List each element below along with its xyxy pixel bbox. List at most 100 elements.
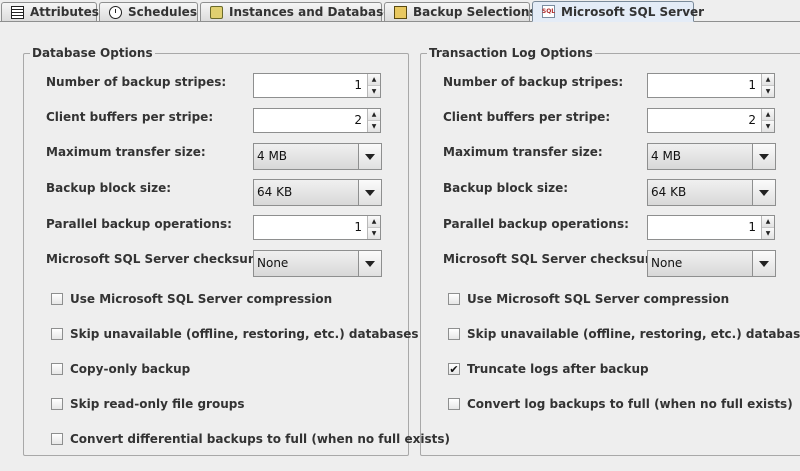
- max-transfer-size-dropdown[interactable]: 4 MB: [253, 143, 382, 170]
- database-options-panel: Database Options Number of backup stripe…: [23, 31, 450, 456]
- tab-label: Backup Selections: [413, 5, 537, 19]
- spin-down-button[interactable]: ▼: [368, 85, 380, 97]
- chevron-down-icon[interactable]: [358, 144, 381, 169]
- checksum-dropdown[interactable]: None: [253, 250, 382, 277]
- spinner-value[interactable]: 2: [254, 109, 367, 132]
- spin-up-button[interactable]: ▲: [762, 74, 774, 85]
- chevron-down-icon[interactable]: [358, 251, 381, 276]
- convert-log-backups-checkbox[interactable]: Convert log backups to full (when no ful…: [448, 397, 793, 411]
- tab-label: Schedules: [128, 5, 197, 19]
- backup-block-size-label: Backup block size:: [46, 181, 172, 195]
- truncate-logs-checkbox[interactable]: ✔ Truncate logs after backup: [448, 362, 649, 376]
- spinner-value[interactable]: 1: [254, 216, 367, 239]
- max-transfer-size-label: Maximum transfer size:: [443, 145, 603, 159]
- tab-schedules[interactable]: Schedules: [99, 2, 198, 21]
- chevron-down-icon[interactable]: [358, 180, 381, 205]
- checkbox-label: Convert log backups to full (when no ful…: [467, 397, 793, 411]
- checkbox-label: Skip read-only file groups: [70, 397, 245, 411]
- spinner-value[interactable]: 1: [648, 216, 761, 239]
- max-transfer-size-dropdown[interactable]: 4 MB: [647, 143, 776, 170]
- checkbox-label: Copy-only backup: [70, 362, 191, 376]
- tab-microsoft-sql-server[interactable]: SQL Microsoft SQL Server: [532, 1, 704, 22]
- dropdown-value: 64 KB: [257, 185, 293, 199]
- backup-stripes-spinner[interactable]: 1 ▲ ▼: [253, 73, 381, 98]
- backup-selections-icon: [394, 5, 407, 19]
- skip-unavailable-checkbox[interactable]: Skip unavailable (offline, restoring, et…: [51, 327, 419, 341]
- checkbox-box[interactable]: ✔: [448, 363, 460, 375]
- spin-down-button[interactable]: ▼: [762, 85, 774, 97]
- use-compression-checkbox[interactable]: Use Microsoft SQL Server compression: [448, 292, 729, 306]
- sql-server-icon: SQL: [542, 5, 555, 18]
- skip-unavailable-checkbox[interactable]: Skip unavailable (offline, restoring, et…: [448, 327, 800, 341]
- dropdown-value: None: [257, 256, 289, 270]
- dropdown-value: 64 KB: [651, 185, 687, 199]
- backup-stripes-label: Number of backup stripes:: [443, 75, 624, 89]
- spin-down-button[interactable]: ▼: [762, 227, 774, 239]
- dropdown-value: None: [651, 256, 683, 270]
- spin-up-button[interactable]: ▲: [762, 216, 774, 227]
- backup-stripes-spinner[interactable]: 1 ▲ ▼: [647, 73, 775, 98]
- copy-only-checkbox[interactable]: Copy-only backup: [51, 362, 190, 376]
- tab-label: Instances and Databases: [229, 5, 399, 19]
- backup-stripes-label: Number of backup stripes:: [46, 75, 227, 89]
- client-buffers-spinner[interactable]: 2 ▲ ▼: [647, 108, 775, 133]
- checkbox-box[interactable]: [51, 398, 63, 410]
- tab-label: Attributes: [30, 5, 99, 19]
- spinner-value[interactable]: 1: [648, 74, 761, 97]
- spin-up-button[interactable]: ▲: [762, 109, 774, 120]
- max-transfer-size-label: Maximum transfer size:: [46, 145, 206, 159]
- spin-up-button[interactable]: ▲: [368, 109, 380, 120]
- checkbox-box[interactable]: [51, 363, 63, 375]
- checkbox-label: Skip unavailable (offline, restoring, et…: [467, 327, 800, 341]
- client-buffers-label: Client buffers per stripe:: [443, 110, 611, 124]
- attributes-icon: [11, 5, 24, 19]
- checkbox-box[interactable]: [448, 328, 460, 340]
- backup-block-size-dropdown[interactable]: 64 KB: [647, 179, 776, 206]
- tab-instances-and-databases[interactable]: Instances and Databases: [200, 2, 399, 21]
- checksum-label: Microsoft SQL Server checksum:: [46, 252, 266, 266]
- dropdown-value: 4 MB: [651, 149, 682, 163]
- instances-icon: [210, 5, 223, 19]
- parallel-operations-label: Parallel backup operations:: [46, 217, 232, 231]
- transaction-log-options-panel: Transaction Log Options Number of backup…: [420, 31, 800, 456]
- tab-backup-selections[interactable]: Backup Selections: [384, 2, 537, 21]
- parallel-operations-spinner[interactable]: 1 ▲ ▼: [647, 215, 775, 240]
- chevron-down-icon[interactable]: [752, 251, 775, 276]
- backup-block-size-label: Backup block size:: [443, 181, 569, 195]
- checkbox-label: Convert differential backups to full (wh…: [70, 432, 450, 446]
- spin-down-button[interactable]: ▼: [368, 120, 380, 132]
- checkbox-label: Truncate logs after backup: [467, 362, 649, 376]
- backup-block-size-dropdown[interactable]: 64 KB: [253, 179, 382, 206]
- spinner-value[interactable]: 2: [648, 109, 761, 132]
- checkbox-box[interactable]: [51, 433, 63, 445]
- use-compression-checkbox[interactable]: Use Microsoft SQL Server compression: [51, 292, 332, 306]
- parallel-operations-spinner[interactable]: 1 ▲ ▼: [253, 215, 381, 240]
- checksum-label: Microsoft SQL Server checksum:: [443, 252, 663, 266]
- tab-attributes[interactable]: Attributes: [1, 2, 99, 21]
- spinner-value[interactable]: 1: [254, 74, 367, 97]
- schedules-icon: [109, 5, 122, 19]
- panel-title: Transaction Log Options: [427, 46, 595, 60]
- chevron-down-icon[interactable]: [752, 180, 775, 205]
- spin-down-button[interactable]: ▼: [368, 227, 380, 239]
- convert-differential-checkbox[interactable]: Convert differential backups to full (wh…: [51, 432, 450, 446]
- checkbox-label: Use Microsoft SQL Server compression: [70, 292, 333, 306]
- checkbox-box[interactable]: [51, 328, 63, 340]
- spin-up-button[interactable]: ▲: [368, 74, 380, 85]
- chevron-down-icon[interactable]: [752, 144, 775, 169]
- panel-title: Database Options: [30, 46, 155, 60]
- client-buffers-label: Client buffers per stripe:: [46, 110, 214, 124]
- parallel-operations-label: Parallel backup operations:: [443, 217, 629, 231]
- spin-down-button[interactable]: ▼: [762, 120, 774, 132]
- dropdown-value: 4 MB: [257, 149, 288, 163]
- checkbox-label: Use Microsoft SQL Server compression: [467, 292, 730, 306]
- skip-read-only-checkbox[interactable]: Skip read-only file groups: [51, 397, 244, 411]
- client-buffers-spinner[interactable]: 2 ▲ ▼: [253, 108, 381, 133]
- checkbox-box[interactable]: [448, 398, 460, 410]
- spin-up-button[interactable]: ▲: [368, 216, 380, 227]
- tab-label: Microsoft SQL Server: [561, 4, 705, 19]
- checksum-dropdown[interactable]: None: [647, 250, 776, 277]
- checkbox-box[interactable]: [51, 293, 63, 305]
- checkbox-box[interactable]: [448, 293, 460, 305]
- checkbox-label: Skip unavailable (offline, restoring, et…: [70, 327, 419, 341]
